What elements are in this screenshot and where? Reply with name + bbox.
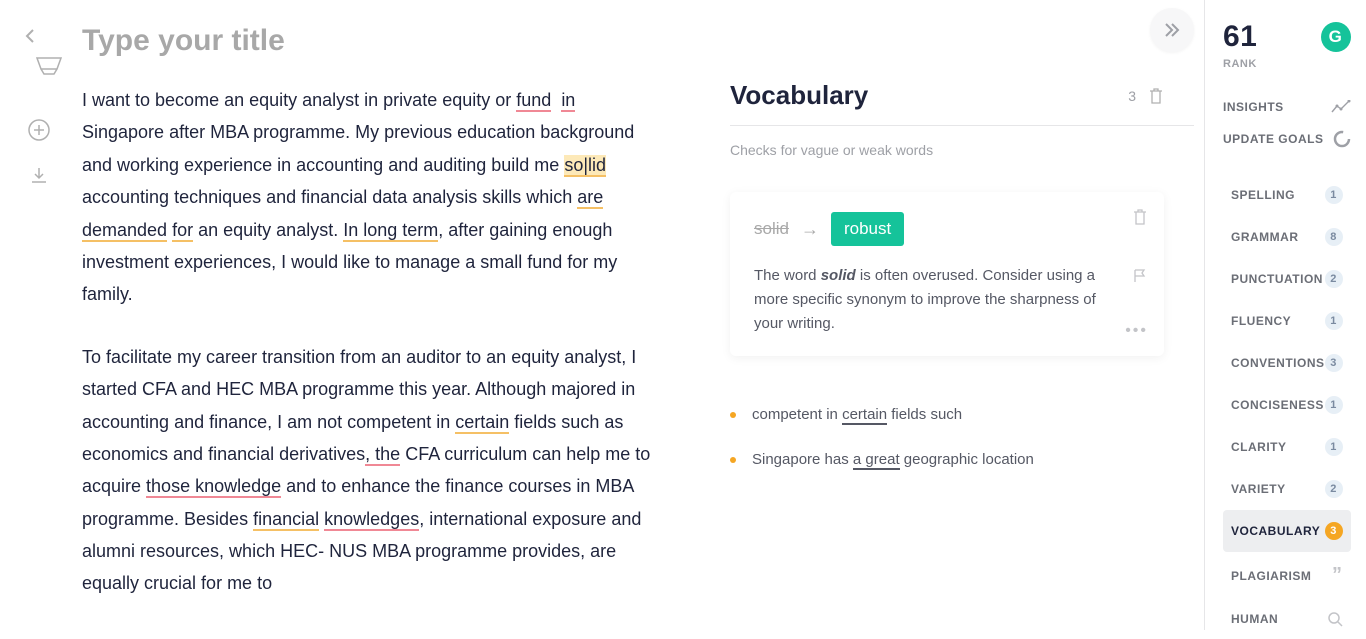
category-label: CONVENTIONS [1231, 356, 1325, 370]
category-badge: 1 [1325, 312, 1343, 330]
category-row-punctuation[interactable]: PUNCTUATION2 [1223, 258, 1351, 300]
left-rail [0, 0, 62, 630]
card-desc-emph: solid [821, 267, 856, 284]
original-word: solid [754, 219, 789, 239]
right-rail: 61 G RANK INSIGHTS UPDATE GOALS SPELLING… [1204, 0, 1366, 630]
category-label: CLARITY [1231, 440, 1287, 454]
category-label: HUMAN [1231, 612, 1278, 626]
bullet-icon [730, 412, 736, 418]
rank-label: RANK [1223, 58, 1351, 70]
card-trash-icon[interactable] [1132, 208, 1148, 226]
update-goals-row[interactable]: UPDATE GOALS [1223, 122, 1351, 156]
item-prefix: Singapore has [752, 451, 853, 468]
goals-icon [1333, 130, 1351, 148]
item-prefix: competent in [752, 406, 842, 423]
item-suffix: fields such [887, 406, 962, 423]
category-label: VARIETY [1231, 482, 1286, 496]
trash-all-icon[interactable] [1148, 87, 1164, 105]
vocab-count: 3 [1128, 88, 1136, 104]
suggestion-item[interactable]: competent in certain fields such [730, 392, 1194, 437]
bullet-icon [730, 457, 736, 463]
item-suffix: geographic location [900, 451, 1034, 468]
card-desc-prefix: The word [754, 267, 821, 284]
suggestions-pane: Vocabulary 3 Checks for vague or weak wo… [702, 0, 1204, 630]
category-row-grammar[interactable]: GRAMMAR 8 [1223, 216, 1351, 258]
category-label: CONCISENESS [1231, 398, 1324, 412]
inbox-icon[interactable] [35, 52, 63, 80]
replacement-button[interactable]: robust [831, 212, 904, 246]
insights-icon [1331, 100, 1351, 114]
card-flag-icon[interactable] [1132, 268, 1148, 284]
vocab-subtitle: Checks for vague or weak words [730, 126, 1194, 182]
search-icon [1327, 611, 1343, 627]
vocab-title: Vocabulary [730, 80, 868, 111]
add-icon[interactable] [25, 116, 53, 144]
category-badge: 3 [1325, 354, 1343, 372]
category-label: PLAGIARISM [1231, 569, 1311, 583]
vocab-header: Vocabulary 3 [730, 18, 1194, 126]
rank-row: 61 G [1223, 20, 1351, 54]
card-description: The word solid is often overused. Consid… [754, 264, 1140, 336]
category-badge: 2 [1325, 480, 1343, 498]
item-target: certain [842, 406, 887, 425]
item-target: a great [853, 451, 900, 470]
download-icon[interactable] [25, 162, 53, 190]
category-row-vocabulary[interactable]: VOCABULARY 3 [1223, 510, 1351, 552]
card-more-icon[interactable]: ••• [1125, 322, 1148, 340]
quote-icon: ” [1332, 564, 1343, 587]
arrow-icon: → [801, 219, 819, 240]
category-row-variety[interactable]: VARIETY 2 [1223, 468, 1351, 510]
category-label: PUNCTUATION [1231, 272, 1323, 286]
paragraph-2[interactable]: To facilitate my career transition from … [82, 341, 662, 600]
insights-label: INSIGHTS [1223, 100, 1284, 114]
category-list: SPELLING1GRAMMAR8PUNCTUATION2FLUENCY1CON… [1223, 174, 1351, 639]
vocab-header-actions: 3 [1128, 87, 1164, 105]
rank-score: 61 [1223, 20, 1257, 54]
title-placeholder[interactable]: Type your title [82, 24, 662, 58]
category-row-plagiarism[interactable]: PLAGIARISM ” [1223, 552, 1351, 599]
insights-row[interactable]: INSIGHTS [1223, 92, 1351, 122]
category-badge: 1 [1325, 186, 1343, 204]
app-logo-icon[interactable]: G [1321, 22, 1351, 52]
suggestion-item[interactable]: Singapore has a great geographic locatio… [730, 437, 1194, 482]
category-badge: 1 [1325, 438, 1343, 456]
category-row-conciseness[interactable]: CONCISENESS1 [1223, 384, 1351, 426]
category-row-conventions[interactable]: CONVENTIONS3 [1223, 342, 1351, 384]
category-row-human[interactable]: HUMAN [1223, 599, 1351, 639]
item-text: competent in certain fields such [752, 406, 962, 423]
back-button[interactable] [16, 22, 44, 50]
category-label: SPELLING [1231, 188, 1295, 202]
editor-pane: Type your title I want to become an equi… [62, 0, 702, 630]
category-label: GRAMMAR [1231, 230, 1299, 244]
category-label: FLUENCY [1231, 314, 1291, 328]
item-text: Singapore has a great geographic locatio… [752, 451, 1034, 468]
category-row-fluency[interactable]: FLUENCY 1 [1223, 300, 1351, 342]
update-goals-label: UPDATE GOALS [1223, 132, 1323, 146]
category-badge: 3 [1325, 522, 1343, 540]
category-badge: 1 [1325, 396, 1343, 414]
category-row-clarity[interactable]: CLARITY 1 [1223, 426, 1351, 468]
paragraph-1[interactable]: I want to become an equity analyst in pr… [82, 84, 662, 311]
category-row-spelling[interactable]: SPELLING 1 [1223, 174, 1351, 216]
category-badge: 2 [1325, 270, 1343, 288]
suggestion-card[interactable]: ••• solid → robust The word solid is oft… [730, 192, 1164, 356]
collapse-button[interactable] [1150, 8, 1194, 52]
category-badge: 8 [1325, 228, 1343, 246]
card-head: solid → robust [754, 212, 1140, 246]
category-label: VOCABULARY [1231, 524, 1320, 538]
